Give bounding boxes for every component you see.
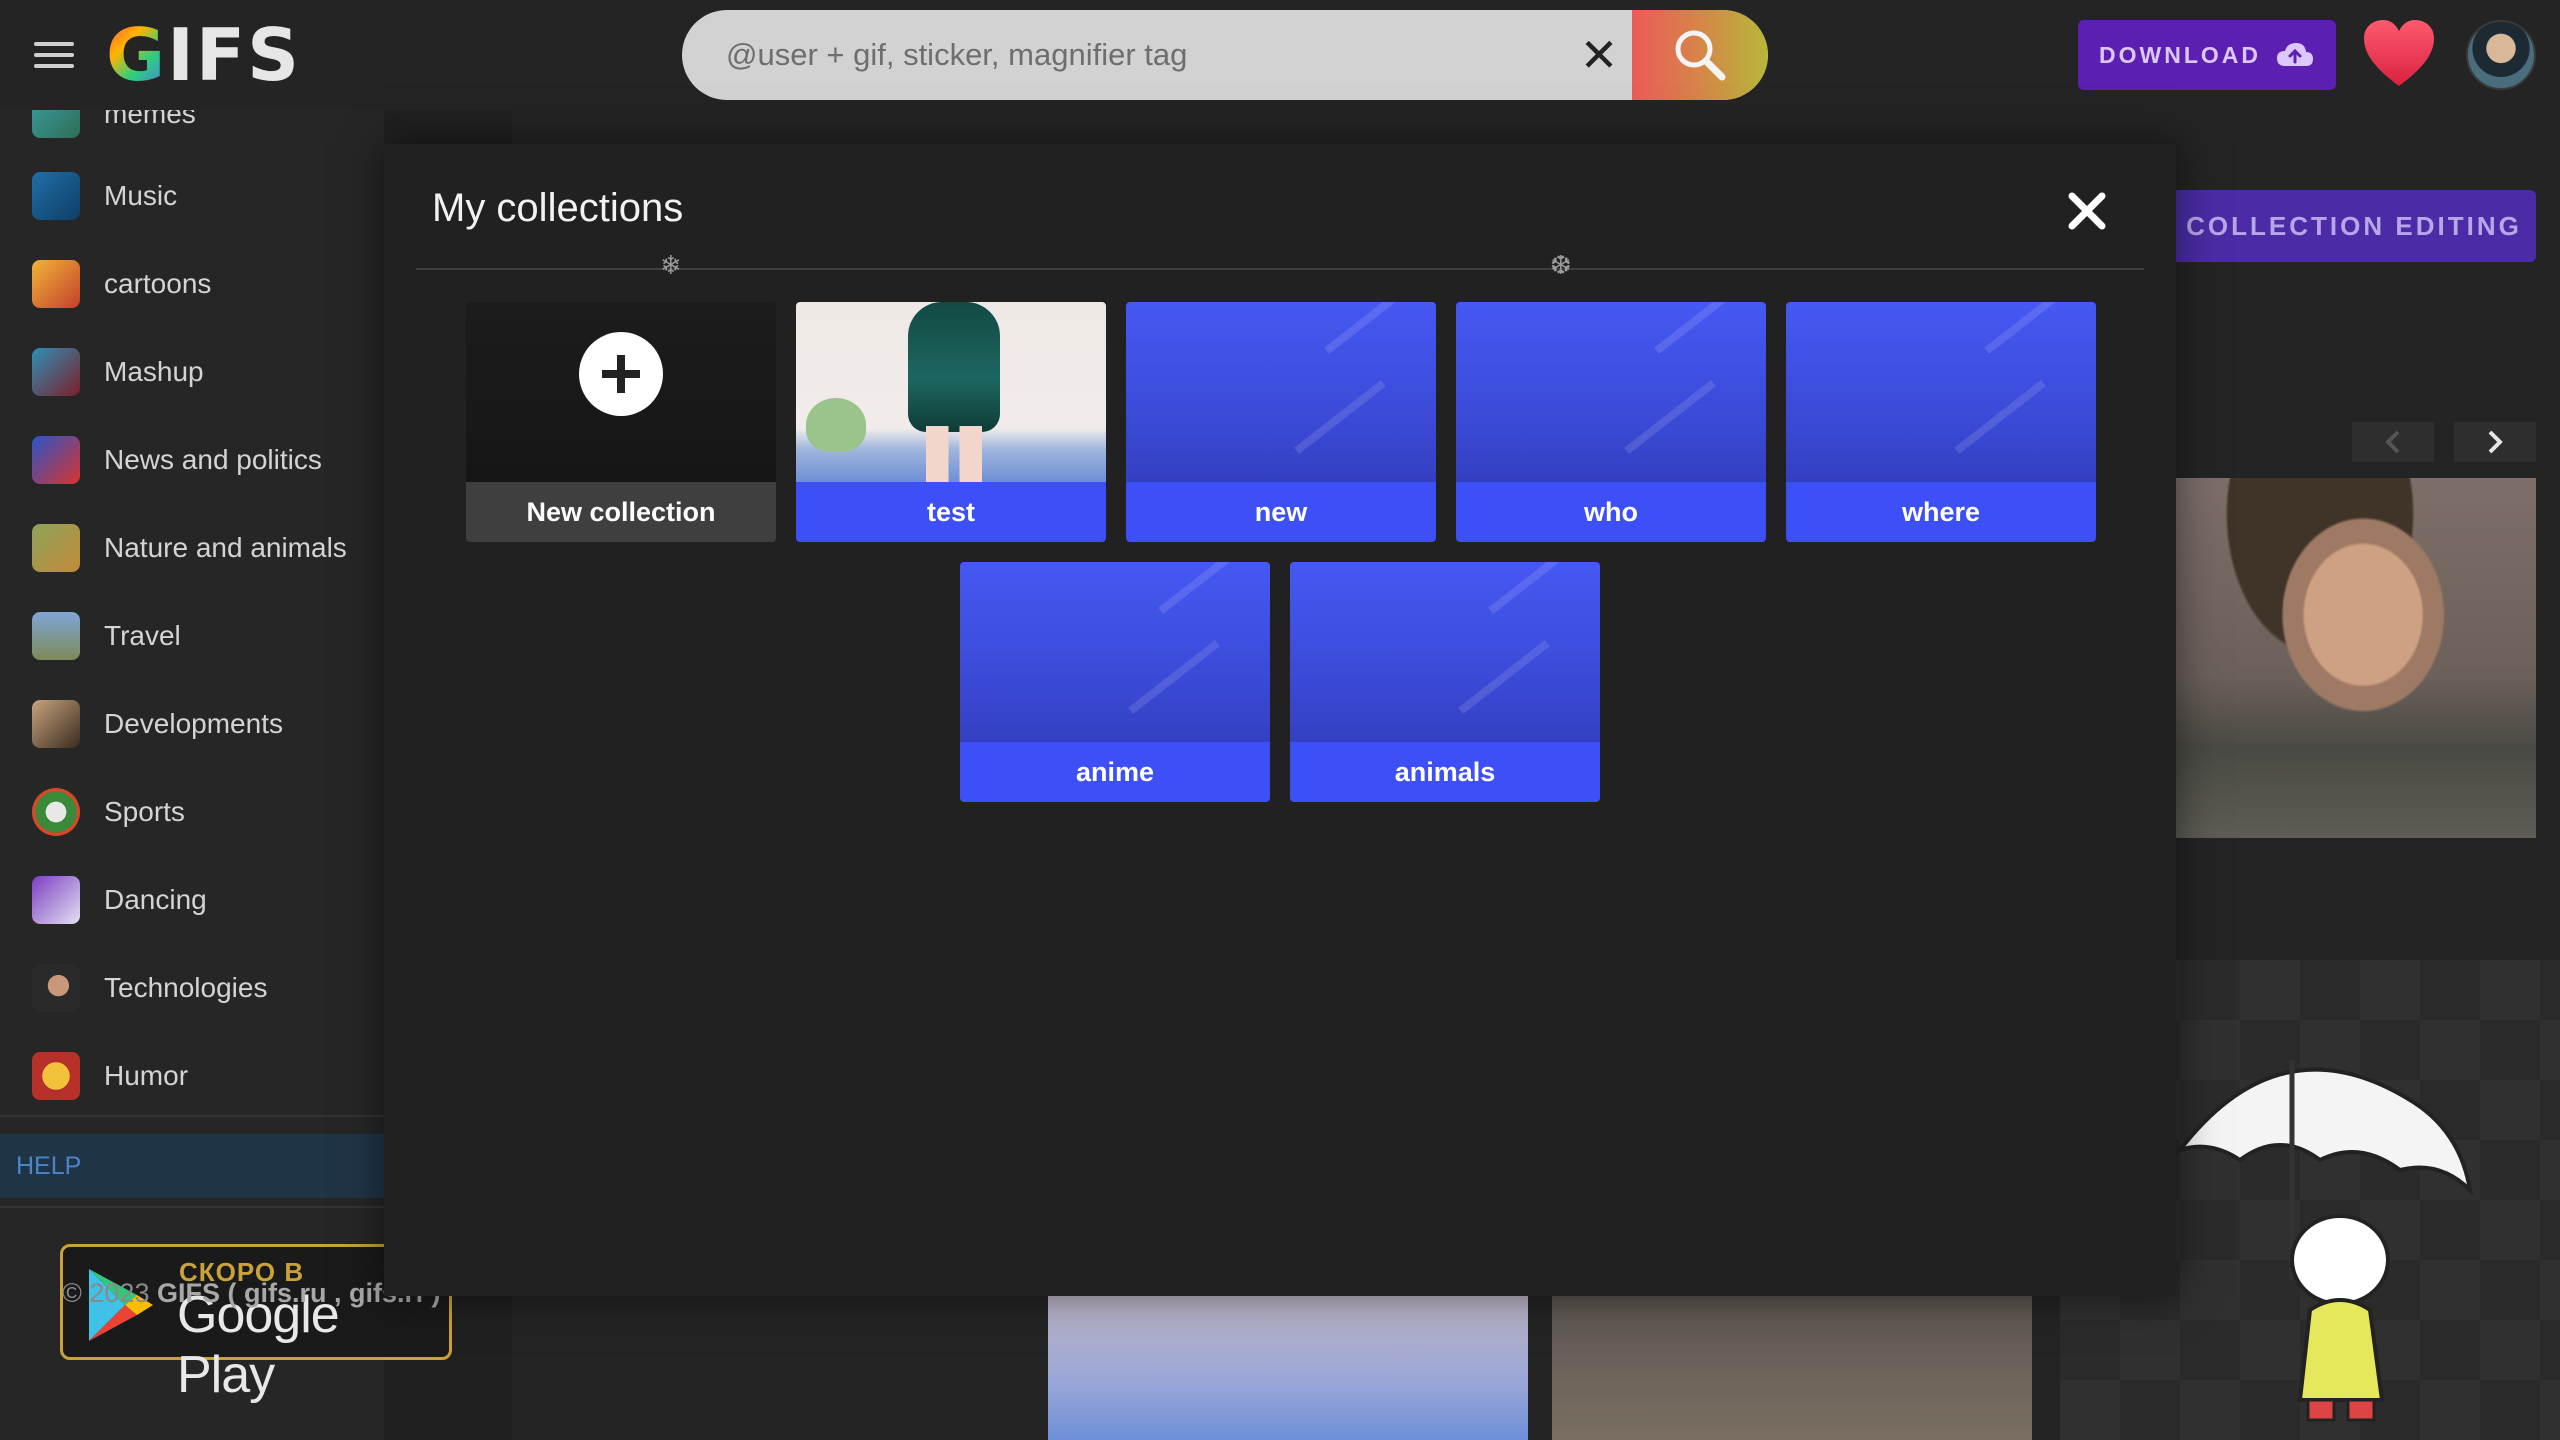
close-icon[interactable] [2064, 188, 2110, 234]
technologies-thumbnail [32, 964, 80, 1012]
heart-icon[interactable] [2362, 18, 2436, 90]
avatar[interactable] [2466, 20, 2536, 90]
collection-cover [1786, 302, 2096, 482]
gif-thumbnail[interactable] [2176, 478, 2536, 838]
mashup-thumbnail [32, 348, 80, 396]
snowflake-icon: ❆ [1550, 250, 1572, 280]
clear-icon[interactable]: ✕ [1572, 28, 1626, 82]
modal-title: My collections [432, 186, 684, 230]
collection-name: who [1456, 482, 1766, 542]
music-thumbnail [32, 172, 80, 220]
sports-thumbnail [32, 788, 80, 836]
chevron-left-icon [2385, 430, 2400, 454]
snowflake-icon: ❄ [660, 250, 682, 280]
news-thumbnail [32, 436, 80, 484]
divider [0, 1115, 384, 1117]
sidebar-item-cartoons[interactable]: cartoons [0, 240, 384, 328]
sidebar-item-nature-and-animals[interactable]: Nature and animals [0, 504, 384, 592]
search-icon [1675, 30, 1726, 81]
sidebar-item-mashup[interactable]: Mashup [0, 328, 384, 416]
cloud-upload-icon [2276, 43, 2313, 66]
cartoons-thumbnail [32, 260, 80, 308]
sidebar-item-label: Mashup [104, 356, 204, 387]
nature-thumbnail [32, 524, 80, 572]
collection-name: where [1786, 482, 2096, 542]
developments-thumbnail [32, 700, 80, 748]
collection-name: test [796, 482, 1106, 542]
girl-character [908, 302, 1000, 432]
collection-editing-button[interactable]: COLLECTION EDITING [2172, 190, 2536, 262]
girl-legs [926, 426, 982, 482]
download-label: DOWNLOAD [2099, 41, 2261, 68]
collection-tile[interactable]: who [1456, 302, 1766, 542]
logo-g: G [106, 13, 168, 97]
sidebar-item-label: Music [104, 180, 178, 211]
sidebar-item-label: Humor [104, 1060, 189, 1091]
sidebar-item-sports[interactable]: Sports [0, 768, 384, 856]
search-button[interactable] [1632, 10, 1768, 100]
collection-tile[interactable]: anime [960, 562, 1270, 802]
new-collection-tile[interactable]: New collection [466, 302, 776, 542]
copyright-year: © 2023 [62, 1278, 150, 1308]
my-collections-modal: My collections ❄ ❆ New collection test n… [384, 144, 2176, 1296]
collection-tile[interactable]: new [1126, 302, 1436, 542]
collection-name: anime [960, 742, 1270, 802]
sidebar-item-label: Travel [104, 620, 181, 651]
next-button[interactable] [2454, 422, 2536, 462]
search-bar: ✕ [682, 10, 1768, 100]
download-button[interactable]: DOWNLOAD [2078, 20, 2336, 90]
tile-image [466, 302, 776, 482]
collection-name: new [1126, 482, 1436, 542]
gif-thumbnail[interactable] [1552, 1296, 2032, 1440]
logo-text: IFS [167, 13, 301, 97]
sidebar-item-label: News and politics [104, 444, 322, 475]
collection-cover [1456, 302, 1766, 482]
sidebar-item-news-and-politics[interactable]: News and politics [0, 416, 384, 504]
collection-cover [796, 302, 1106, 482]
octopus-character [806, 398, 866, 452]
collection-cover [1126, 302, 1436, 482]
dancing-thumbnail [32, 876, 80, 924]
header: GIFS ✕ DOWNLOAD [0, 0, 2560, 110]
prev-button[interactable] [2352, 422, 2434, 462]
collection-name: animals [1290, 742, 1600, 802]
sidebar-item-label: Developments [104, 708, 283, 739]
sidebar-item-label: Dancing [104, 884, 207, 915]
sidebar-item-dancing[interactable]: Dancing [0, 856, 384, 944]
travel-thumbnail [32, 612, 80, 660]
collection-cover [960, 562, 1270, 742]
sidebar: memes Music cartoons Mashup News and pol… [0, 90, 452, 1440]
gif-thumbnail[interactable] [1048, 1296, 1528, 1440]
sidebar-item-developments[interactable]: Developments [0, 680, 384, 768]
logo[interactable]: G IFS [106, 13, 301, 97]
menu-icon[interactable] [34, 38, 78, 72]
help-link[interactable]: HELP [0, 1134, 384, 1198]
divider [0, 1206, 384, 1208]
new-collection-label: New collection [466, 482, 776, 542]
sidebar-item-travel[interactable]: Travel [0, 592, 384, 680]
plus-icon [579, 332, 663, 416]
sidebar-item-humor[interactable]: Humor [0, 1032, 384, 1120]
collection-tile[interactable]: animals [1290, 562, 1600, 802]
sidebar-item-music[interactable]: Music [0, 152, 384, 240]
collection-tile[interactable]: test [796, 302, 1106, 542]
sidebar-item-label: Technologies [104, 972, 268, 1003]
sidebar-item-technologies[interactable]: Technologies [0, 944, 384, 1032]
collection-tile[interactable]: where [1786, 302, 2096, 542]
page: GIFS ✕ DOWNLOAD [0, 0, 2560, 1440]
humor-thumbnail [32, 1052, 80, 1100]
sidebar-item-label: Sports [104, 796, 185, 827]
sidebar-item-label: cartoons [104, 268, 212, 299]
collection-cover [1290, 562, 1600, 742]
sidebar-item-label: Nature and animals [104, 532, 347, 563]
search-input[interactable] [726, 10, 1586, 100]
chevron-right-icon [2488, 430, 2503, 454]
